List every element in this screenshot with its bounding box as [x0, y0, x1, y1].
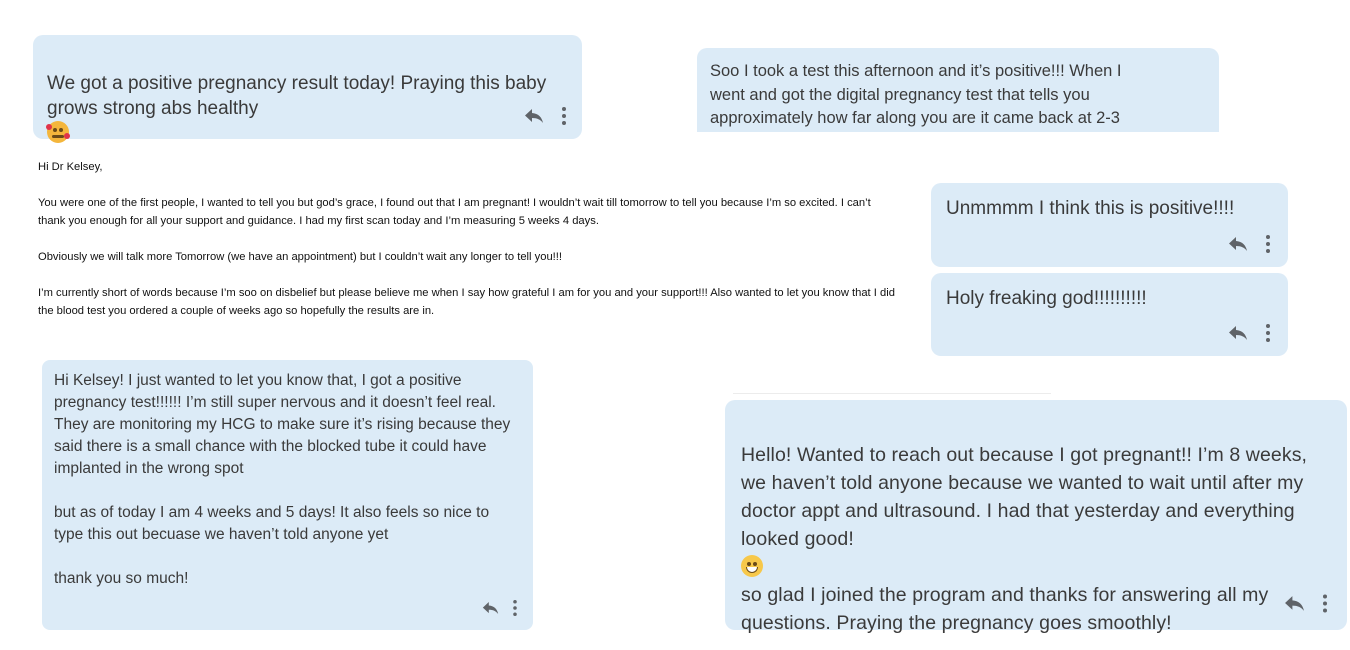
more-options-icon[interactable]: [1323, 594, 1327, 613]
message-bubble-digital-test: Soo I took a test this afternoon and it’…: [697, 48, 1219, 132]
reply-icon[interactable]: [524, 108, 544, 124]
message-paragraph: Hi Kelsey! I just wanted to let you know…: [54, 372, 511, 477]
email-greeting: Hi Dr Kelsey,: [38, 161, 103, 173]
message-bubble-unmmmm: Unmmmm I think this is positive!!!!: [931, 183, 1288, 267]
message-bubble-hi-kelsey: Hi Kelsey! I just wanted to let you know…: [42, 360, 533, 630]
email-paragraph: I’m currently short of words because I’m…: [38, 287, 895, 317]
email-body: Hi Dr Kelsey, You were one of the first …: [38, 158, 898, 338]
message-bubble-positive-result: We got a positive pregnancy result today…: [33, 35, 582, 143]
reply-icon[interactable]: [482, 601, 499, 615]
reply-icon[interactable]: [1228, 236, 1248, 252]
reply-icon[interactable]: [1284, 595, 1305, 612]
message-paragraph: but as of today I am 4 weeks and 5 days!…: [54, 504, 490, 543]
email-paragraph: Obviously we will talk more Tomorrow (we…: [38, 251, 562, 263]
more-options-icon[interactable]: [562, 107, 566, 125]
email-paragraph: You were one of the first people, I want…: [38, 197, 871, 227]
message-text: Unmmmm I think this is positive!!!!: [946, 198, 1235, 219]
message-text: Hello! Wanted to reach out because I got…: [741, 444, 1308, 550]
message-paragraph: thank you so much!: [54, 570, 189, 587]
message-text: We got a positive pregnancy result today…: [47, 73, 547, 119]
smiling-face-with-hearts-icon: [46, 121, 70, 143]
grinning-face-icon: [741, 555, 763, 577]
more-options-icon[interactable]: [1266, 324, 1270, 342]
message-bubble-holy: Holy freaking god!!!!!!!!!!: [931, 273, 1288, 356]
reply-icon[interactable]: [1228, 325, 1248, 341]
more-options-icon[interactable]: [1266, 235, 1270, 253]
message-text: so glad I joined the program and thanks …: [741, 584, 1269, 634]
message-bubble-hello: Hello! Wanted to reach out because I got…: [725, 400, 1347, 634]
message-text: Soo I took a test this afternoon and it’…: [710, 62, 1122, 127]
more-options-icon[interactable]: [513, 600, 517, 616]
divider: [733, 393, 1051, 394]
message-text: Holy freaking god!!!!!!!!!!: [946, 288, 1147, 309]
